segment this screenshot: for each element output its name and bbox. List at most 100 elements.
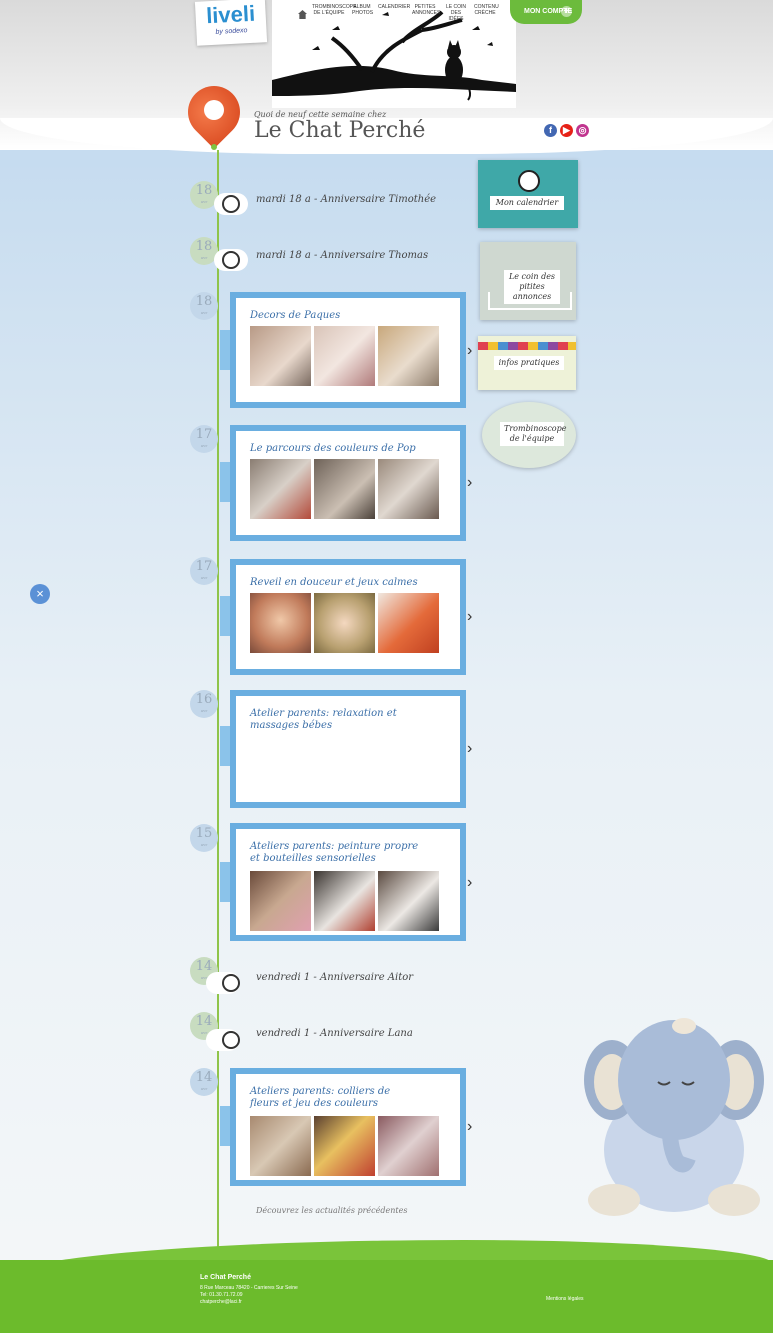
- nav-item-creche[interactable]: Contenu crèche: [474, 4, 499, 16]
- photo-strip: [250, 871, 439, 931]
- post-photo[interactable]: [378, 326, 439, 386]
- trombinoscope-widget-label: Trombinoscope de l'équipe: [500, 422, 566, 446]
- date-day: 17: [195, 427, 213, 442]
- post-card[interactable]: Ateliers parents: colliers de fleurs et …: [230, 1068, 466, 1186]
- post-photo[interactable]: [314, 871, 375, 931]
- nav-item-idees[interactable]: Le coin des idées: [444, 4, 468, 22]
- date-badge: 17 avr: [190, 425, 218, 453]
- instagram-icon[interactable]: ◎: [576, 124, 589, 137]
- post-card[interactable]: Decors de Paques: [230, 292, 466, 408]
- trombinoscope-widget[interactable]: Trombinoscope de l'équipe: [482, 402, 576, 468]
- post-card[interactable]: Atelier parents: relaxation et massages …: [230, 690, 466, 808]
- previous-news-link[interactable]: Découvrez les actualités précédentes: [256, 1206, 407, 1215]
- calendar-widget-label: Mon calendrier: [490, 196, 564, 210]
- footer-address: 8 Rue Marceau 78420 - Carrieres Sur Sein…: [200, 1285, 298, 1291]
- chevron-right-icon[interactable]: ›: [467, 342, 472, 360]
- post-photo[interactable]: [314, 326, 375, 386]
- date-month: avr: [200, 310, 208, 315]
- post-card[interactable]: Le parcours des couleurs de Pop: [230, 425, 466, 541]
- liveli-logo[interactable]: liveli by sodexo: [194, 0, 268, 46]
- elephant-plush-image: [584, 1018, 764, 1216]
- post-title: Le parcours des couleurs de Pop: [250, 443, 416, 454]
- date-month: avr: [200, 842, 208, 847]
- post-title: Ateliers parents: peinture propre et bou…: [250, 841, 419, 864]
- chevron-right-icon[interactable]: ›: [467, 740, 472, 758]
- calendar-widget[interactable]: Mon calendrier: [478, 160, 578, 228]
- alarm-clock-icon: [222, 1031, 240, 1049]
- post-photo[interactable]: [378, 871, 439, 931]
- chevron-right-icon[interactable]: ›: [467, 474, 472, 492]
- date-badge: 14 avr: [190, 1068, 218, 1096]
- date-badge: 18 avr: [190, 292, 218, 320]
- post-card[interactable]: Reveil en douceur et jeux calmes: [230, 559, 466, 675]
- date-day: 14: [195, 1070, 213, 1085]
- plus-icon: +: [561, 6, 572, 17]
- birthday-item[interactable]: vendredi 1 - Anniversaire Aitor: [256, 972, 413, 983]
- birthday-item[interactable]: mardi 18 a - Anniversaire Thomas: [256, 250, 428, 261]
- photo-strip: [250, 326, 439, 386]
- post-card[interactable]: Ateliers parents: peinture propre et bou…: [230, 823, 466, 941]
- date-day: 17: [195, 559, 213, 574]
- alarm-clock-icon: [222, 251, 240, 269]
- date-month: avr: [200, 575, 208, 580]
- alarm-clock-icon: [518, 170, 540, 192]
- birthday-item[interactable]: vendredi 1 - Anniversaire Lana: [256, 1028, 413, 1039]
- date-day: 16: [195, 692, 213, 707]
- footer-email[interactable]: chatperche@laci.fr: [200, 1299, 242, 1305]
- bunting-icon: [478, 342, 576, 350]
- footer: [0, 1260, 773, 1333]
- post-photo[interactable]: [378, 593, 439, 653]
- close-icon[interactable]: ×: [30, 584, 50, 604]
- legal-link[interactable]: Mentions légales: [546, 1296, 584, 1302]
- date-day: 14: [195, 1014, 213, 1029]
- nav-item-album[interactable]: Album photos: [352, 4, 373, 16]
- date-day: 18: [195, 294, 213, 309]
- facebook-icon[interactable]: f: [544, 124, 557, 137]
- date-month: avr: [200, 1086, 208, 1091]
- post-photo[interactable]: [378, 1116, 439, 1176]
- post-photo[interactable]: [314, 459, 375, 519]
- pin-center: [204, 100, 224, 120]
- nav-item-trombinoscope[interactable]: Trombinoscope de l'équipe: [312, 4, 356, 16]
- date-badge: 15 avr: [190, 824, 218, 852]
- chevron-right-icon[interactable]: ›: [467, 608, 472, 626]
- photo-strip: [250, 593, 439, 653]
- logo-text: liveli: [205, 0, 256, 29]
- photo-strip: [250, 1116, 439, 1176]
- annonces-widget-label: Le coin des pitites annonces: [504, 270, 560, 304]
- date-day: 18: [195, 239, 213, 254]
- post-photo[interactable]: [314, 593, 375, 653]
- nav-item-calendrier[interactable]: Calendrier: [378, 4, 410, 10]
- date-day: 18: [195, 183, 213, 198]
- post-photo[interactable]: [250, 459, 311, 519]
- alarm-clock-icon: [222, 195, 240, 213]
- date-badge: 16 avr: [190, 690, 218, 718]
- annonces-widget[interactable]: Le coin des pitites annonces: [480, 242, 576, 320]
- date-month: avr: [200, 708, 208, 713]
- post-photo[interactable]: [250, 593, 311, 653]
- post-photo[interactable]: [250, 1116, 311, 1176]
- alarm-clock-icon: [222, 974, 240, 992]
- birthday-item[interactable]: mardi 18 a - Anniversaire Timothée: [256, 194, 436, 205]
- infos-widget-label: infos pratiques: [494, 356, 564, 370]
- chevron-right-icon[interactable]: ›: [467, 1118, 472, 1136]
- post-title: Ateliers parents: colliers de fleurs et …: [250, 1086, 391, 1109]
- infos-widget[interactable]: infos pratiques: [478, 336, 576, 390]
- nav-item-annonces[interactable]: Petites annonces: [412, 4, 440, 16]
- date-month: avr: [200, 443, 208, 448]
- footer-name: Le Chat Perché: [200, 1274, 251, 1281]
- post-photo[interactable]: [250, 326, 311, 386]
- post-title: Atelier parents: relaxation et massages …: [250, 708, 397, 731]
- date-badge: 17 avr: [190, 557, 218, 585]
- chevron-right-icon[interactable]: ›: [467, 874, 472, 892]
- post-photo[interactable]: [378, 459, 439, 519]
- date-day: 15: [195, 826, 213, 841]
- post-title: Decors de Paques: [250, 310, 341, 321]
- footer-phone: Tel: 01.30.71.72.09: [200, 1292, 243, 1298]
- page-title: Le Chat Perché: [254, 118, 426, 143]
- post-photo[interactable]: [314, 1116, 375, 1176]
- account-button[interactable]: MON COMPTE +: [510, 0, 582, 24]
- youtube-icon[interactable]: ▶: [560, 124, 573, 137]
- post-photo[interactable]: [250, 871, 311, 931]
- photo-strip: [250, 459, 439, 519]
